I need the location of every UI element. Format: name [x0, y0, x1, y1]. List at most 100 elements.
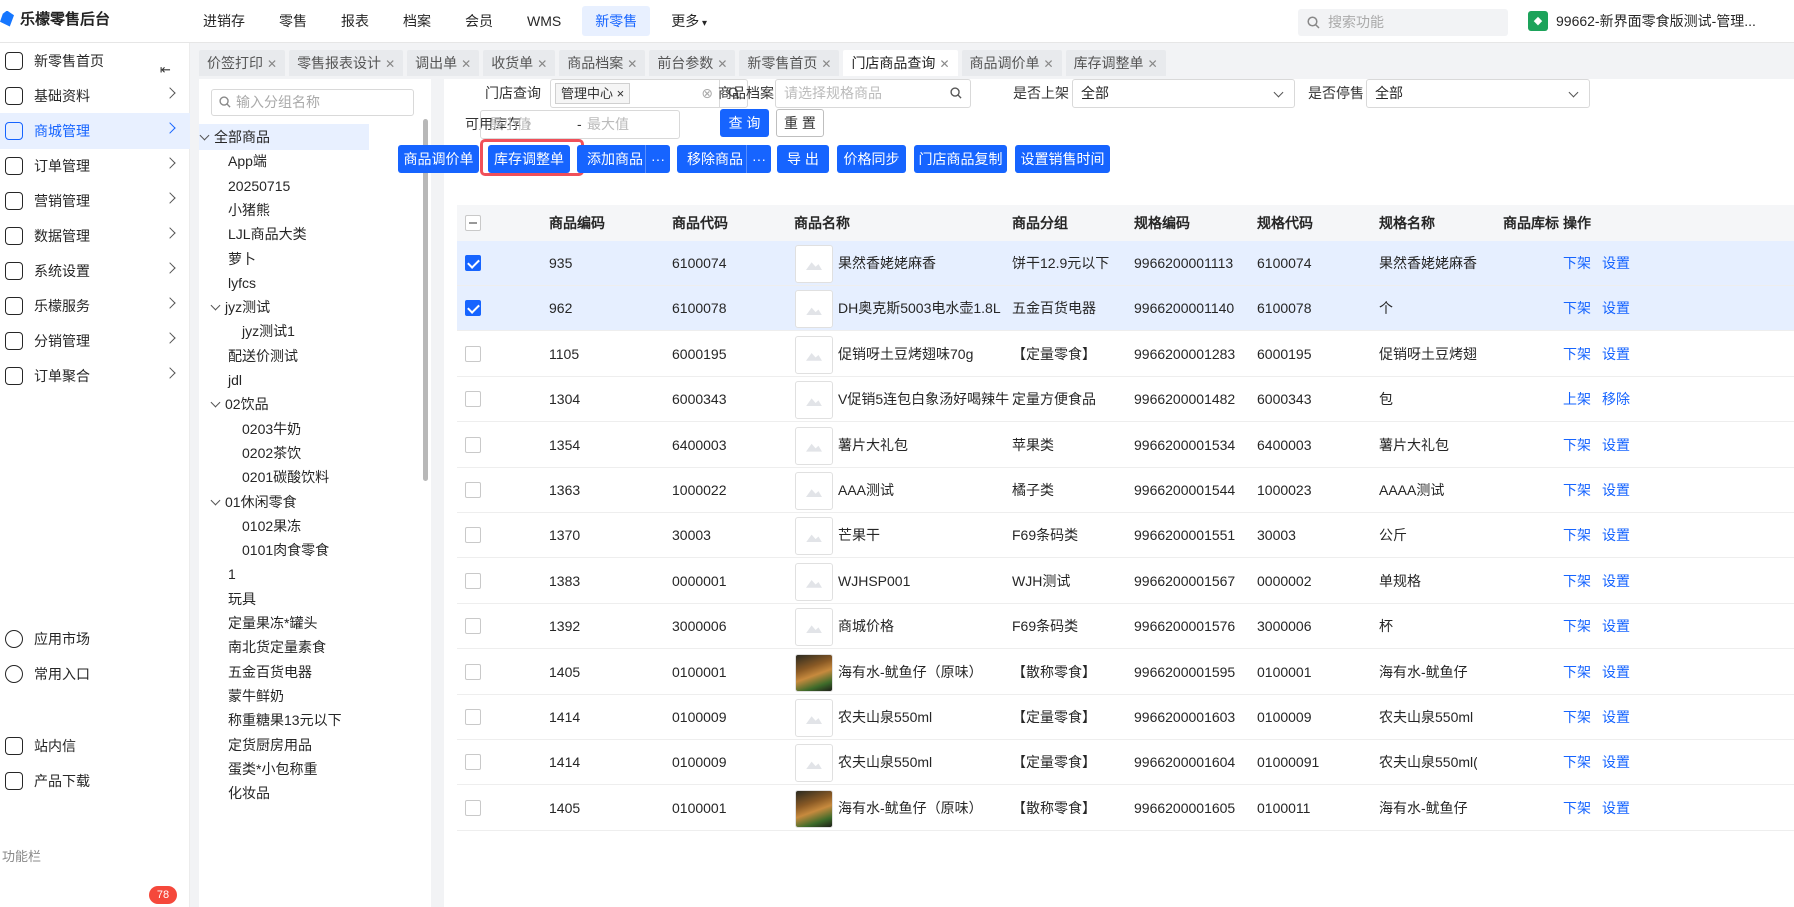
row-action-secondary[interactable]: 设置	[1602, 332, 1630, 377]
sidebar-item-6[interactable]: 系统设置	[0, 253, 190, 289]
store-copy-button[interactable]: 门店商品复制	[914, 145, 1007, 173]
close-icon[interactable]: ✕	[537, 57, 547, 71]
sidebar-item-7[interactable]: 乐檬服务	[0, 288, 190, 324]
tree-item[interactable]: 南北货定量素食	[228, 634, 334, 660]
tree-item[interactable]: 蒙牛鲜奶	[228, 683, 292, 709]
close-icon[interactable]: ✕	[1044, 57, 1054, 71]
tag-close-icon[interactable]: ×	[617, 86, 625, 101]
remove-product-button[interactable]: 移除商品 ···	[677, 145, 771, 173]
row-action-secondary[interactable]: 移除	[1602, 377, 1630, 422]
tab-3[interactable]: 收货单 ✕	[483, 50, 556, 76]
topnav-item-3[interactable]: 档案	[390, 6, 444, 36]
sidebar-item-1[interactable]: 基础资料	[0, 78, 190, 114]
tab-6[interactable]: 新零售首页 ✕	[739, 50, 840, 76]
row-action-delist[interactable]: 下架	[1563, 332, 1591, 377]
tab-7[interactable]: 门店商品查询 ✕	[843, 50, 958, 76]
tree-item[interactable]: App端	[228, 148, 275, 174]
search-input[interactable]: 搜索功能	[1298, 9, 1508, 36]
tree-item[interactable]: 0101肉食零食	[242, 537, 337, 563]
row-action-delist[interactable]: 下架	[1563, 468, 1591, 513]
row-action-secondary[interactable]: 设置	[1602, 286, 1630, 331]
row-action-delist[interactable]: 下架	[1563, 559, 1591, 604]
topnav-item-1[interactable]: 零售	[266, 6, 320, 36]
close-icon[interactable]: ✕	[821, 57, 831, 71]
row-checkbox[interactable]	[465, 482, 481, 498]
table-row[interactable]: 1392 3000006 商城价格 F69条码类 9966200001576 300000…	[457, 604, 1794, 650]
row-checkbox[interactable]	[465, 754, 481, 771]
row-action-secondary[interactable]: 设置	[1602, 423, 1630, 468]
topnav-item-0[interactable]: 进销存	[190, 6, 258, 36]
tree-item[interactable]: 01休闲零食	[210, 489, 305, 515]
close-icon[interactable]: ✕	[717, 57, 727, 71]
row-action-secondary[interactable]: 设置	[1602, 241, 1630, 286]
tab-1[interactable]: 零售报表设计 ✕	[289, 50, 404, 76]
table-row[interactable]: 1414 0100009 农夫山泉550ml 【定量零食】 9966200001603 0…	[457, 695, 1794, 740]
row-action-delist[interactable]: 下架	[1563, 604, 1591, 649]
table-row[interactable]: 1383 0000001 WJHSP001 WJH测试 9966200001567 000…	[457, 559, 1794, 604]
tree-item[interactable]: LJL商品大类	[228, 221, 315, 247]
row-action-secondary[interactable]: 设置	[1602, 695, 1630, 740]
row-action-secondary[interactable]: 设置	[1602, 513, 1630, 558]
close-icon[interactable]: ✕	[267, 57, 277, 71]
row-action-secondary[interactable]: 设置	[1602, 559, 1630, 604]
stopsale-select[interactable]: 全部	[1366, 79, 1590, 108]
row-action-delist[interactable]: 下架	[1563, 695, 1591, 740]
tree-item[interactable]: jyz测试1	[242, 318, 303, 344]
tree-item[interactable]: lyfcs	[228, 270, 264, 296]
export-button[interactable]: 导 出	[777, 145, 829, 173]
tab-5[interactable]: 前台参数 ✕	[649, 50, 736, 76]
sidebar-item-2[interactable]: 商城管理	[0, 113, 190, 149]
table-row[interactable]: 935 6100074 果然香姥姥麻香 饼干12.9元以下 9966200001113 6…	[457, 241, 1794, 286]
set-sale-time-button[interactable]: 设置销售时间	[1015, 145, 1110, 173]
tree-item[interactable]: jdl	[228, 367, 250, 393]
topnav-item-4[interactable]: 会员	[452, 6, 506, 36]
row-action-delist[interactable]: 下架	[1563, 513, 1591, 558]
row-checkbox[interactable]	[465, 300, 481, 317]
row-action-secondary[interactable]: 设置	[1602, 786, 1630, 831]
tree-item[interactable]: 0201碳酸饮料	[242, 464, 337, 490]
tree-item[interactable]: 化妆品	[228, 780, 278, 806]
row-checkbox[interactable]	[465, 255, 481, 271]
sidebar-item-4[interactable]: 营销管理	[0, 183, 190, 219]
tree-item[interactable]: 萝卜	[228, 246, 264, 272]
tab-4[interactable]: 商品档案 ✕	[559, 50, 646, 76]
close-icon[interactable]: ✕	[627, 57, 637, 71]
price-sync-button[interactable]: 价格同步	[837, 145, 906, 173]
row-checkbox[interactable]	[465, 527, 481, 544]
add-product-button[interactable]: 添加商品 ···	[577, 145, 670, 173]
row-action-delist[interactable]: 下架	[1563, 423, 1591, 468]
clear-icon[interactable]: ⊗	[701, 80, 713, 107]
caret-down-icon[interactable]	[210, 495, 221, 505]
row-action-delist[interactable]: 下架	[1563, 786, 1591, 831]
stock-range-field[interactable]: 最小值 - 最大值	[480, 110, 680, 139]
tree-item[interactable]: 1	[228, 561, 244, 587]
caret-down-icon[interactable]	[199, 130, 210, 141]
row-checkbox[interactable]	[465, 391, 481, 408]
tree-item[interactable]: 小猪熊	[228, 197, 278, 223]
table-row[interactable]: 1414 0100009 农夫山泉550ml 【定量零食】 9966200001604 0…	[457, 740, 1794, 786]
tree-item[interactable]: 蛋类*小包称重	[228, 756, 325, 782]
sidebar-func-item-0[interactable]: 站内信	[0, 728, 190, 764]
tree-item[interactable]: 02饮品	[210, 391, 277, 417]
sidebar-item-5[interactable]: 数据管理	[0, 218, 190, 254]
close-icon[interactable]: ✕	[385, 57, 395, 71]
tree-item[interactable]: 五金百货电器	[228, 659, 320, 685]
tree-item[interactable]: 0202茶饮	[242, 440, 309, 466]
table-row[interactable]: 1405 0100001 海有水-鱿鱼仔（原味） 【散称零食】 996620000159…	[457, 650, 1794, 695]
row-checkbox[interactable]	[465, 618, 481, 635]
topnav-item-5[interactable]: WMS	[514, 6, 574, 36]
table-row[interactable]: 1354 6400003 薯片大礼包 苹果类 9966200001534 6400003 薯…	[457, 423, 1794, 468]
tab-0[interactable]: 价签打印 ✕	[199, 50, 286, 76]
table-row[interactable]: 1405 0100001 海有水-鱿鱼仔（原味） 【散称零食】 996620000160…	[457, 786, 1794, 831]
sidebar-item-0[interactable]: 新零售首页	[0, 43, 190, 79]
topnav-item-6[interactable]: 新零售	[582, 6, 651, 36]
row-action-delist[interactable]: 下架	[1563, 740, 1591, 785]
tree-item[interactable]: 20250715	[228, 173, 298, 199]
tab-8[interactable]: 商品调价单 ✕	[961, 50, 1062, 76]
close-icon[interactable]: ✕	[939, 57, 949, 71]
stock-min-input[interactable]: 最小值	[489, 116, 531, 132]
row-action-secondary[interactable]: 设置	[1602, 740, 1630, 785]
topnav-item-2[interactable]: 报表	[328, 6, 382, 36]
onsale-select[interactable]: 全部	[1072, 79, 1295, 108]
caret-down-icon[interactable]	[210, 300, 221, 311]
